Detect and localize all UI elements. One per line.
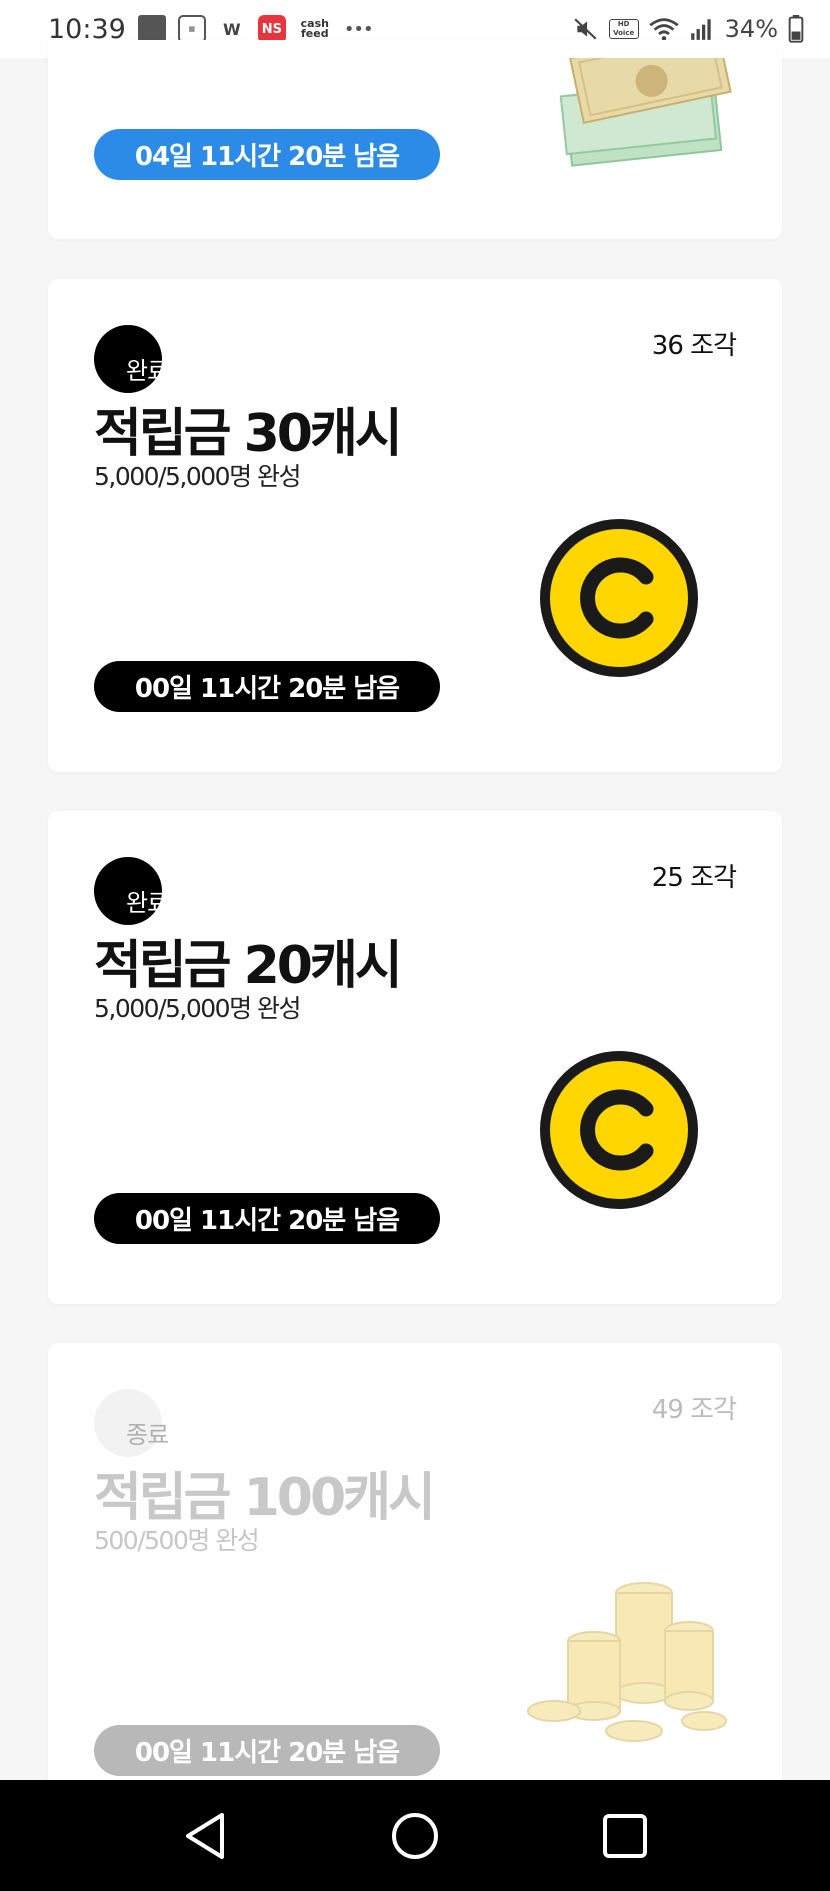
back-button[interactable] (175, 1806, 235, 1866)
signal-icon (690, 19, 711, 40)
completion-progress: 5,000/5,000명 완성 (94, 462, 302, 491)
pieces-count: 49 조각 (651, 1395, 737, 1425)
w-app-icon: W (222, 19, 241, 39)
time-remaining-badge: 00일 11시간 20분 남음 (94, 1725, 440, 1776)
cashfeed-app-icon: cash feed (300, 17, 329, 40)
reward-card[interactable]: 종료 49 조각 적립금 100캐시 500/500명 완성 00일 11시간 … (48, 1343, 782, 1780)
home-icon (392, 1812, 438, 1859)
more-notifications-icon: ••• (343, 18, 374, 40)
reward-title: 적립금 100캐시 (94, 1468, 436, 1528)
reward-title: 적립금 20캐시 (94, 936, 403, 996)
reward-title: 적립금 30캐시 (94, 404, 403, 464)
status-text: 종료 (126, 1421, 169, 1449)
cash-coin-icon (540, 1051, 698, 1209)
status-label: 종료 (126, 1415, 169, 1450)
wifi-icon (649, 18, 679, 41)
gallery-icon (137, 15, 166, 43)
recents-icon (603, 1813, 647, 1858)
mute-icon (574, 18, 597, 40)
status-text: 완료 (126, 357, 169, 385)
store-app-icon: ▦ (177, 15, 206, 43)
gold-coins-stack-icon (527, 1582, 727, 1742)
home-button[interactable] (385, 1806, 445, 1866)
status-label: 완료 (126, 883, 169, 918)
hd-voice-icon: HD Voice (608, 19, 639, 39)
reward-card[interactable]: 04일 11시간 20분 남음 (48, 40, 782, 239)
pieces-count: 25 조각 (651, 863, 737, 893)
time-remaining-badge: 00일 11시간 20분 남음 (94, 1193, 440, 1244)
time-remaining-badge: 00일 11시간 20분 남음 (94, 661, 440, 712)
ns-app-icon: NS (257, 15, 286, 43)
navigation-bar (0, 1780, 830, 1891)
status-text: 완료 (126, 889, 169, 917)
cash-coin-icon (540, 519, 698, 677)
battery-icon (788, 15, 804, 43)
recents-button[interactable] (595, 1806, 655, 1866)
battery-percent: 34% (724, 15, 778, 43)
completion-progress: 5,000/5,000명 완성 (94, 994, 302, 1023)
reward-card[interactable]: 완료 25 조각 적립금 20캐시 5,000/5,000명 완성 00일 11… (48, 811, 782, 1304)
back-icon (186, 1812, 224, 1859)
reward-card[interactable]: 완료 36 조각 적립금 30캐시 5,000/5,000명 완성 00일 11… (48, 279, 782, 772)
pieces-count: 36 조각 (651, 331, 737, 361)
status-label: 완료 (126, 351, 169, 386)
completion-progress: 500/500명 완성 (94, 1526, 260, 1555)
time-remaining-badge: 04일 11시간 20분 남음 (94, 129, 440, 180)
money-bills-icon (559, 58, 732, 167)
status-bar-right: HD Voice 34% (573, 15, 804, 43)
